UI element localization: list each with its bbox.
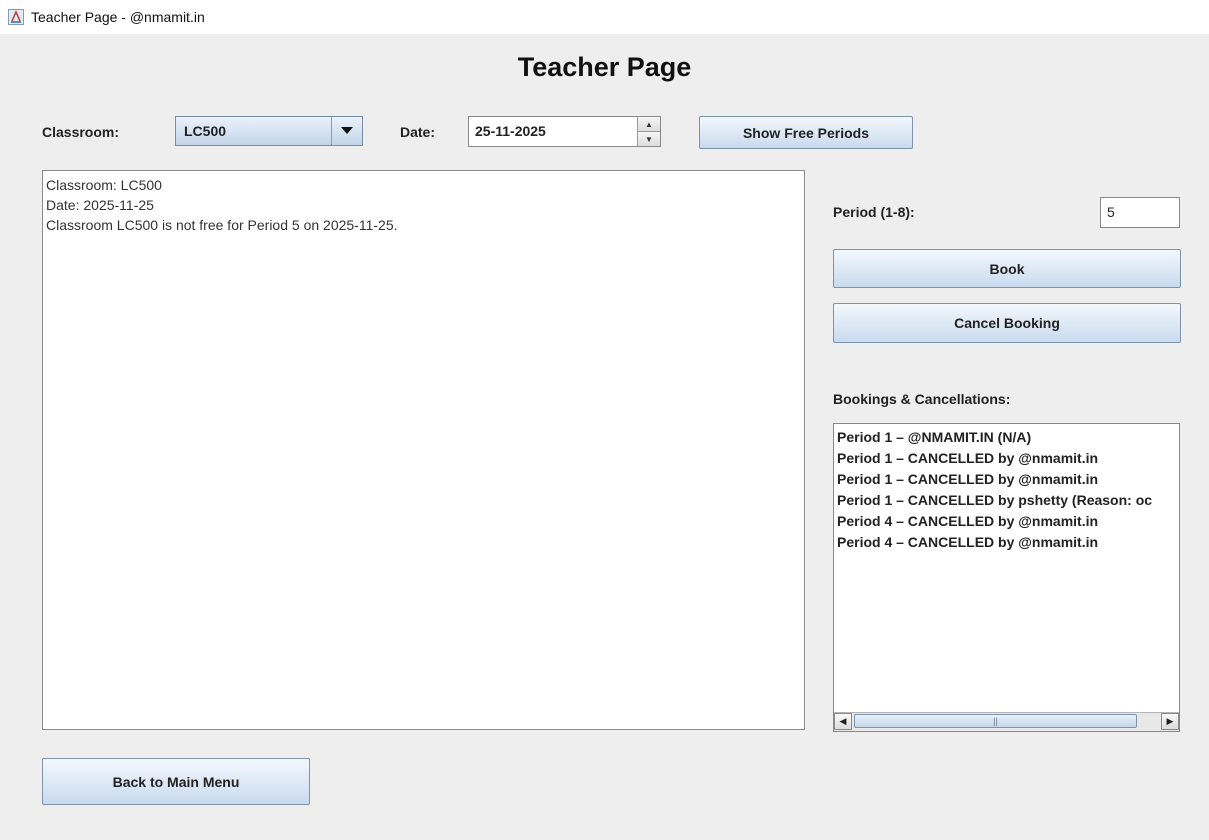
output-line: Classroom LC500 is not free for Period 5… — [46, 217, 398, 233]
java-app-icon — [8, 9, 24, 25]
date-spinner[interactable]: 25-11-2025 ▲ ▼ — [468, 116, 661, 147]
scroll-right-icon[interactable]: ▶ — [1161, 713, 1179, 730]
bookings-list[interactable]: Period 1 – @NMAMIT.IN (N/A) Period 1 – C… — [833, 423, 1180, 732]
horizontal-scrollbar[interactable]: ◀ || ▶ — [834, 712, 1179, 731]
book-button[interactable]: Book — [833, 249, 1181, 288]
spinner-down-icon[interactable]: ▼ — [638, 131, 660, 146]
date-label: Date: — [400, 124, 436, 140]
show-free-periods-button[interactable]: Show Free Periods — [699, 116, 913, 149]
bookings-label: Bookings & Cancellations: — [833, 391, 1011, 407]
teacher-page-window: Teacher Page - @nmamit.in Teacher Page C… — [0, 0, 1209, 840]
scroll-track[interactable]: || — [852, 713, 1161, 731]
date-field[interactable]: 25-11-2025 — [469, 117, 637, 146]
spinner-up-icon[interactable]: ▲ — [638, 117, 660, 131]
classroom-selected-value: LC500 — [184, 123, 227, 139]
output-line: Classroom: LC500 — [46, 177, 162, 193]
list-item[interactable]: Period 1 – CANCELLED by @nmamit.in — [837, 469, 1176, 490]
scroll-left-icon[interactable]: ◀ — [834, 713, 852, 730]
page-title: Teacher Page — [517, 52, 692, 82]
output-line: Date: 2025-11-25 — [46, 197, 154, 213]
list-item[interactable]: Period 1 – @NMAMIT.IN (N/A) — [837, 427, 1176, 448]
dropdown-arrow-icon[interactable] — [331, 117, 362, 145]
classroom-combobox[interactable]: LC500 — [175, 116, 363, 146]
scroll-grip: || — [993, 716, 998, 726]
window-title: Teacher Page - @nmamit.in — [31, 9, 205, 25]
period-label: Period (1-8): — [833, 204, 915, 220]
list-item[interactable]: Period 1 – CANCELLED by @nmamit.in — [837, 448, 1176, 469]
list-item[interactable]: Period 4 – CANCELLED by @nmamit.in — [837, 532, 1176, 553]
list-item[interactable]: Period 4 – CANCELLED by @nmamit.in — [837, 511, 1176, 532]
date-spinner-buttons: ▲ ▼ — [637, 117, 660, 146]
cancel-booking-button[interactable]: Cancel Booking — [833, 303, 1181, 343]
scroll-thumb[interactable]: || — [854, 714, 1137, 728]
output-text-area[interactable]: Classroom: LC500 Date: 2025-11-25 Classr… — [42, 170, 805, 730]
list-item[interactable]: Period 1 – CANCELLED by pshetty (Reason:… — [837, 490, 1176, 511]
back-to-main-menu-button[interactable]: Back to Main Menu — [42, 758, 310, 805]
period-input[interactable]: 5 — [1100, 197, 1180, 228]
classroom-label: Classroom: — [42, 124, 120, 140]
title-bar: Teacher Page - @nmamit.in — [0, 0, 1209, 34]
